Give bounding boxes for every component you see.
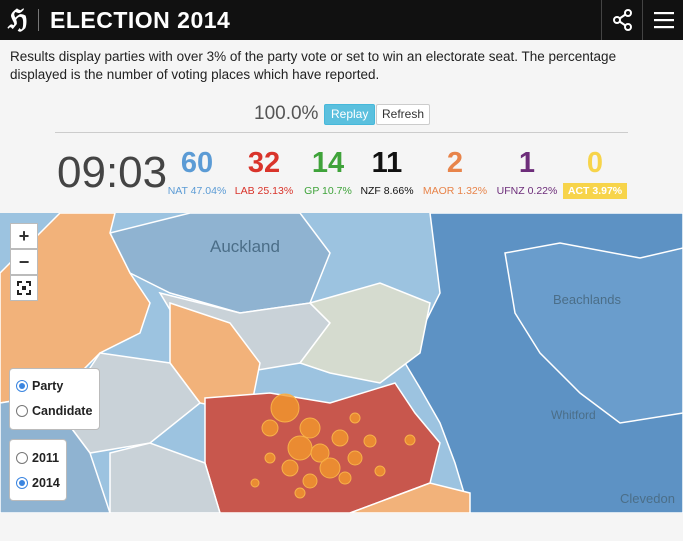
party-vote: NZF 8.66%: [360, 185, 414, 197]
party-nzf: 11 NZF 8.66%: [358, 143, 416, 199]
place-label-whitford: Whitford: [551, 408, 596, 422]
menu-button[interactable]: [642, 0, 683, 40]
refresh-button[interactable]: Refresh: [376, 104, 431, 125]
replay-button[interactable]: Replay: [324, 104, 376, 125]
party-seats: 11: [371, 147, 403, 179]
year-option-label: 2014: [32, 476, 60, 490]
radio-button[interactable]: [16, 452, 28, 464]
party-vote: NAT 47.04%: [167, 185, 227, 197]
top-bar: ℌ ELECTION 2014: [0, 0, 683, 40]
view-option-label: Party: [32, 379, 64, 393]
progress-value: 100.0%: [254, 103, 319, 124]
clock: 09:03: [57, 148, 168, 197]
intro-text: Results display parties with over 3% of …: [10, 49, 617, 82]
party-seats: 0: [586, 147, 604, 179]
year-option-label: 2011: [32, 451, 60, 465]
zoom-out-button[interactable]: −: [10, 249, 38, 275]
party-maor: 2 MAOR 1.32%: [421, 143, 489, 199]
party-nat: 60 NAT 47.04%: [166, 143, 228, 199]
party-vote: GP 10.7%: [304, 185, 352, 197]
party-seats: 60: [180, 147, 214, 179]
radio-button[interactable]: [16, 380, 28, 392]
party-vote: UFNZ 0.22%: [496, 185, 558, 197]
party-act: 0 ACT 3.97%: [563, 143, 627, 199]
party-lab: 32 LAB 25.13%: [233, 143, 295, 199]
results-map[interactable]: Auckland Beachlands Whitford Clevedon + …: [0, 213, 683, 513]
hamburger-menu-icon: [654, 12, 674, 29]
place-label-clevedon: Clevedon: [620, 491, 675, 506]
divider: [55, 132, 628, 133]
party-ufnz: 1 UFNZ 0.22%: [494, 143, 560, 199]
party-gp: 14 GP 10.7%: [300, 143, 356, 199]
party-seats: 14: [311, 147, 345, 179]
view-option-label: Candidate: [32, 404, 93, 418]
party-vote: LAB 25.13%: [234, 185, 294, 197]
party-vote: MAOR 1.32%: [422, 185, 488, 197]
map-base[interactable]: [0, 213, 683, 513]
place-label-auckland: Auckland: [210, 237, 280, 256]
party-seats: 1: [518, 147, 536, 179]
share-button[interactable]: [601, 0, 642, 40]
share-icon: [613, 9, 632, 31]
radio-button[interactable]: [16, 405, 28, 417]
herald-logo[interactable]: ℌ: [8, 5, 32, 35]
party-seats: 32: [247, 147, 281, 179]
logo-divider: [38, 9, 39, 31]
progress-row: 100.0% Replay Refresh: [0, 102, 683, 126]
page-title: ELECTION 2014: [50, 7, 231, 33]
place-label-beachlands: Beachlands: [553, 292, 621, 307]
view-toggle: Party Candidate: [9, 368, 100, 430]
fullscreen-icon: [17, 281, 31, 295]
party-seats: 2: [446, 147, 464, 179]
fullscreen-button[interactable]: [10, 275, 38, 301]
year-toggle: 2011 2014: [9, 439, 67, 501]
zoom-in-button[interactable]: +: [10, 223, 38, 249]
radio-button[interactable]: [16, 477, 28, 489]
party-vote: ACT 3.97%: [563, 183, 627, 199]
footer: [0, 513, 683, 541]
